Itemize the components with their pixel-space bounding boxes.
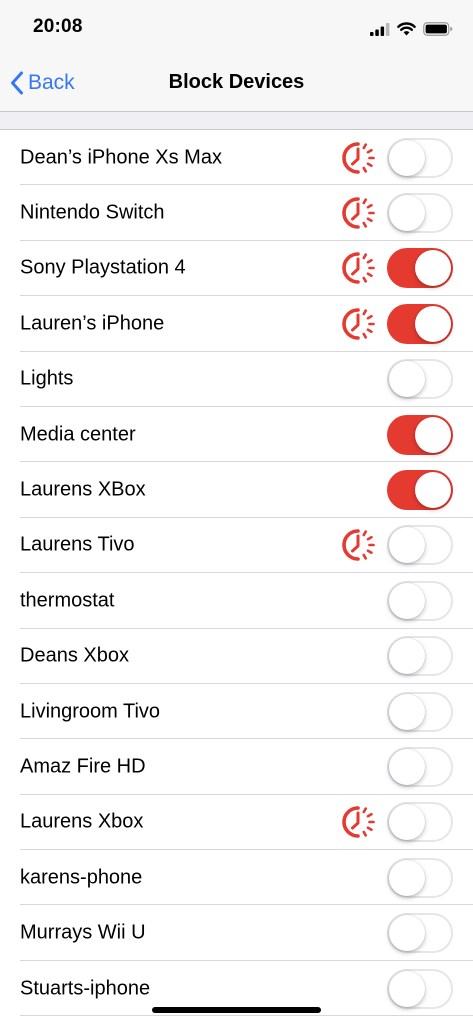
schedule-clock-icon[interactable] <box>338 304 378 344</box>
toggle-knob <box>389 859 425 896</box>
screen: 20:08 Back Block Devices Dean’s iPhone X… <box>0 0 473 1024</box>
battery-icon <box>423 22 453 36</box>
toggle-knob <box>389 195 425 232</box>
device-name: karens-phone <box>20 866 143 889</box>
toggle-knob <box>389 139 425 176</box>
device-row: Dean’s iPhone Xs Max <box>0 130 473 186</box>
device-row: thermostat <box>0 573 473 629</box>
block-toggle[interactable] <box>387 359 453 400</box>
schedule-clock-icon[interactable] <box>338 248 378 288</box>
device-name: Sony Playstation 4 <box>20 256 186 279</box>
home-indicator[interactable] <box>152 1007 321 1013</box>
toggle-knob <box>415 305 451 342</box>
toggle-knob <box>389 527 425 564</box>
device-name: Murrays Wii U <box>20 921 146 944</box>
status-bar: 20:08 <box>0 0 473 56</box>
device-name: thermostat <box>20 589 115 612</box>
navigation-bar: Back Block Devices <box>0 56 473 112</box>
device-name: Laurens Tivo <box>20 533 135 556</box>
block-toggle[interactable] <box>387 636 453 677</box>
device-row: Murrays Wii U <box>0 905 473 962</box>
toggle-knob <box>389 748 425 785</box>
schedule-clock-icon[interactable] <box>338 525 378 565</box>
device-list: Dean’s iPhone Xs Max Nintendo Switch Sony … <box>0 130 473 1017</box>
block-toggle[interactable] <box>387 968 453 1009</box>
toggle-knob <box>389 693 425 730</box>
cellular-signal-icon <box>370 22 390 36</box>
schedule-clock-icon[interactable] <box>338 193 378 233</box>
toggle-knob <box>415 472 451 509</box>
device-name: Deans Xbox <box>20 644 129 667</box>
device-name: Lauren’s iPhone <box>20 312 165 335</box>
status-icons <box>370 20 453 38</box>
device-row: Lauren’s iPhone <box>0 296 473 352</box>
block-toggle[interactable] <box>387 857 453 898</box>
block-toggle[interactable] <box>387 580 453 621</box>
device-row: Laurens Xbox <box>0 794 473 851</box>
block-toggle[interactable] <box>387 525 453 566</box>
device-name: Stuarts-iphone <box>20 977 151 1000</box>
device-name: Laurens Xbox <box>20 810 144 833</box>
block-toggle[interactable] <box>387 303 453 344</box>
block-toggle[interactable] <box>387 414 453 455</box>
toggle-knob <box>389 361 425 398</box>
device-row: Nintendo Switch <box>0 185 473 242</box>
toggle-knob <box>389 804 425 841</box>
schedule-clock-icon[interactable] <box>338 138 378 178</box>
section-separator <box>0 112 473 130</box>
schedule-clock-icon[interactable] <box>338 802 378 842</box>
toggle-knob <box>389 915 425 952</box>
device-name: Laurens XBox <box>20 478 146 501</box>
device-name: Dean’s iPhone Xs Max <box>20 146 222 169</box>
toggle-knob <box>389 970 425 1007</box>
wifi-icon <box>397 22 416 36</box>
device-row: Media center <box>0 406 473 463</box>
device-row: Laurens XBox <box>0 462 473 519</box>
block-toggle[interactable] <box>387 470 453 511</box>
block-toggle[interactable] <box>387 248 453 289</box>
block-toggle[interactable] <box>387 137 453 178</box>
device-name: Livingroom Tivo <box>20 700 161 723</box>
toggle-knob <box>415 250 451 287</box>
block-toggle[interactable] <box>387 691 453 732</box>
device-row: karens-phone <box>0 850 473 906</box>
device-name: Media center <box>20 423 136 446</box>
toggle-knob <box>389 638 425 675</box>
device-row: Livingroom Tivo <box>0 683 473 740</box>
device-row: Sony Playstation 4 <box>0 240 473 297</box>
block-toggle[interactable] <box>387 193 453 234</box>
page-title: Block Devices <box>168 71 305 93</box>
device-row: Lights <box>0 351 473 408</box>
device-name: Lights <box>20 367 74 390</box>
toggle-knob <box>389 582 425 619</box>
block-toggle[interactable] <box>387 746 453 787</box>
block-toggle[interactable] <box>387 802 453 843</box>
status-time: 20:08 <box>33 16 83 37</box>
device-row: Amaz Fire HD <box>0 739 473 796</box>
device-name: Nintendo Switch <box>20 201 165 224</box>
device-row: Deans Xbox <box>0 628 473 685</box>
device-name: Amaz Fire HD <box>20 755 146 778</box>
device-row: Laurens Tivo <box>0 517 473 574</box>
toggle-knob <box>415 416 451 453</box>
block-toggle[interactable] <box>387 913 453 954</box>
